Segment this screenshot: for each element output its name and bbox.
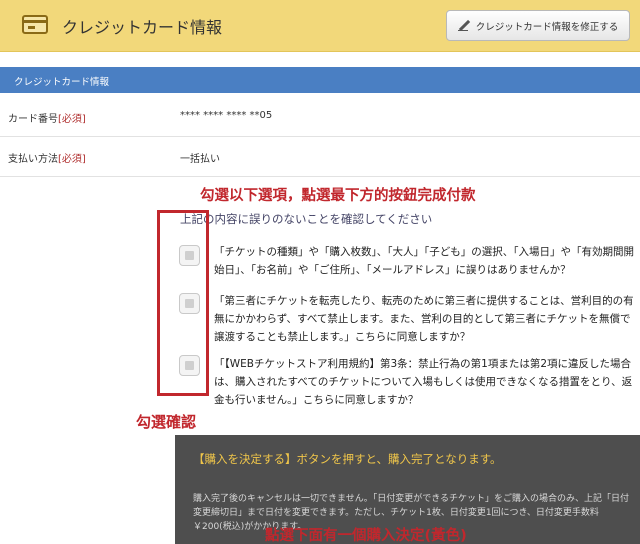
page-title: クレジットカード情報 xyxy=(62,18,223,37)
annotation-left: 勾選確認 xyxy=(136,413,197,431)
card-number-value: **** **** **** **05 xyxy=(180,110,273,121)
annotation-top: 勾選以下選項，點選最下方的按鈕完成付款 xyxy=(200,188,476,204)
confirm-item-text-2: 「第三者にチケットを転売したり、転売のために第三者に提供することは、営利目的の有… xyxy=(214,295,634,343)
section-title: クレジットカード情報 xyxy=(0,67,640,93)
confirm-heading: 上記の内容に誤りのないことを確認してください xyxy=(180,212,433,226)
bottom-spacer xyxy=(0,435,175,544)
edit-credit-card-button[interactable]: クレジットカード情報を修正する xyxy=(446,10,630,41)
confirm-item-text-1: 「チケットの種類」や「購入枚数」、「大人」「子ども」の選択、「入場日」や「有効期… xyxy=(214,246,634,276)
pencil-icon xyxy=(457,20,470,32)
credit-card-icon xyxy=(22,15,48,34)
annotation-bottom: 點選下面有一個購入決定(黃色) xyxy=(265,528,467,544)
confirm-checkbox-2[interactable] xyxy=(179,293,200,314)
payment-method-value: 一括払い xyxy=(180,154,220,165)
confirm-checkbox-3[interactable] xyxy=(179,355,200,376)
page-header: クレジットカード情報 クレジットカード情報を修正する xyxy=(0,0,640,52)
confirm-checkbox-1[interactable] xyxy=(179,245,200,266)
confirm-item-text-3: 「【WEBチケットストア利用規約】第3条：禁止行為の第1項または第2項に違反した… xyxy=(214,358,633,406)
payment-method-label: 支払い方法[必須] xyxy=(8,154,86,165)
card-number-row: カード番号[必須] **** **** **** **05 xyxy=(0,97,640,137)
required-badge: [必須] xyxy=(58,114,86,125)
required-badge: [必須] xyxy=(58,154,86,165)
notice-main: 【購入を決定する】ボタンを押すと、購入完了となります。 xyxy=(193,452,502,466)
payment-method-row: 支払い方法[必須] 一括払い xyxy=(0,137,640,177)
edit-credit-card-label: クレジットカード情報を修正する xyxy=(475,21,619,33)
card-number-label: カード番号[必須] xyxy=(8,114,86,125)
